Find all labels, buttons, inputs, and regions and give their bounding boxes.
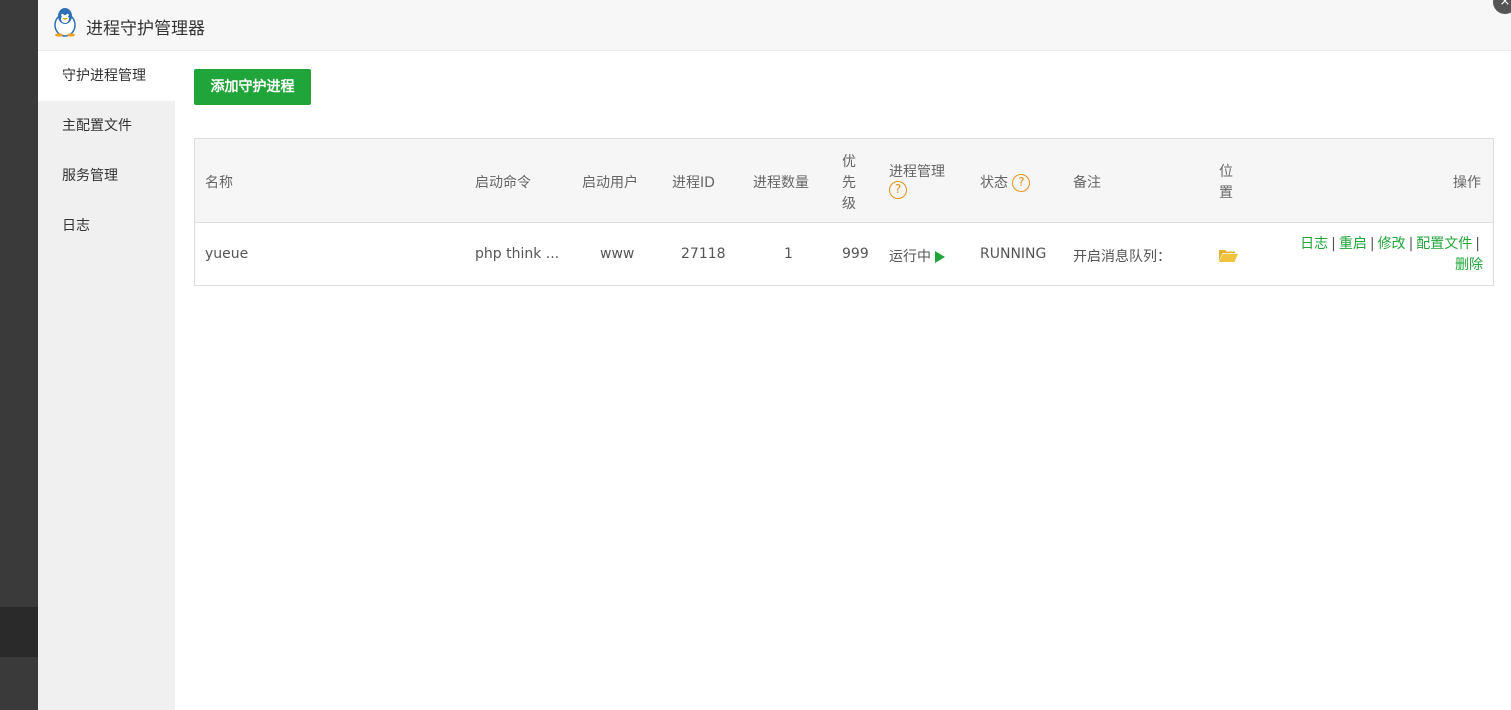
sidebar-item-service-management[interactable]: 服务管理 (38, 151, 175, 201)
separator: | (1475, 236, 1480, 252)
cell-name: yueue (205, 246, 249, 262)
process-table: 名称 启动命令 启动用户 进程ID 进程数量 优 先 级 进程管理 ? 状态 ?… (194, 138, 1494, 286)
restart-link[interactable]: 重启 (1339, 236, 1367, 252)
sidebar-item-logs[interactable]: 日志 (38, 201, 175, 251)
config-file-link[interactable]: 配置文件 (1416, 236, 1472, 252)
header-user: 启动用户 (582, 175, 638, 191)
header-name: 名称 (205, 175, 233, 191)
row-actions: 日志 | 重启 | 修改 | 配置文件 | 删除 (1263, 234, 1483, 276)
backdrop-band (0, 607, 38, 657)
folder-open-icon[interactable] (1219, 249, 1238, 262)
sidebar-item-main-config[interactable]: 主配置文件 (38, 101, 175, 151)
question-circle-icon: ? (889, 181, 907, 199)
cell-remark: 开启消息队列： (1073, 249, 1171, 265)
header-priority-3: 级 (842, 196, 856, 212)
cell-pid: 27118 (681, 246, 726, 262)
cell-command: php think ... (475, 246, 560, 262)
process-manage-toggle[interactable]: 运行中 (889, 246, 945, 266)
header-command: 启动命令 (475, 175, 531, 191)
sidebar-item-daemon-management[interactable]: 守护进程管理 (38, 51, 175, 101)
penguin-icon (54, 8, 76, 37)
cell-status: RUNNING (980, 246, 1047, 262)
window-titlebar: 进程守护管理器 (38, 0, 1511, 51)
cell-user: www (600, 246, 635, 262)
add-daemon-button[interactable]: 添加守护进程 (194, 69, 311, 105)
header-status-label: 状态 (980, 175, 1008, 191)
header-pid: 进程ID (672, 175, 715, 191)
log-link[interactable]: 日志 (1300, 236, 1328, 252)
header-count: 进程数量 (753, 175, 809, 191)
header-location-1: 位 (1219, 164, 1233, 180)
cell-manage-label: 运行中 (889, 249, 931, 265)
header-status: 状态 ? (980, 172, 1031, 192)
cell-count: 1 (784, 246, 793, 262)
header-priority-1: 优 (842, 154, 856, 170)
close-icon: × (1499, 0, 1511, 9)
question-circle-icon[interactable]: ? (1012, 174, 1031, 192)
sidebar: 守护进程管理 主配置文件 服务管理 日志 (38, 51, 175, 710)
page-backdrop (0, 0, 38, 710)
header-manage: 进程管理 (889, 164, 945, 180)
separator: | (1331, 236, 1336, 252)
table-row: yueue php think ... www 27118 1 999 运行中 … (195, 224, 1493, 285)
header-ops: 操作 (1453, 175, 1481, 191)
delete-link[interactable]: 删除 (1455, 257, 1483, 273)
cell-priority: 999 (842, 246, 869, 262)
header-priority-2: 先 (842, 175, 856, 191)
process-manager-window: 进程守护管理器 × 守护进程管理 主配置文件 服务管理 日志 添加守护进程 名称… (38, 0, 1511, 710)
header-location-2: 置 (1219, 185, 1233, 201)
edit-link[interactable]: 修改 (1378, 236, 1406, 252)
manage-help-icon[interactable]: ? (889, 181, 907, 199)
separator: | (1408, 236, 1414, 252)
window-title: 进程守护管理器 (86, 19, 205, 39)
header-remark: 备注 (1073, 175, 1101, 191)
play-icon (935, 251, 945, 263)
separator: | (1369, 236, 1375, 252)
table-header: 名称 启动命令 启动用户 进程ID 进程数量 优 先 级 进程管理 ? 状态 ?… (195, 139, 1493, 223)
